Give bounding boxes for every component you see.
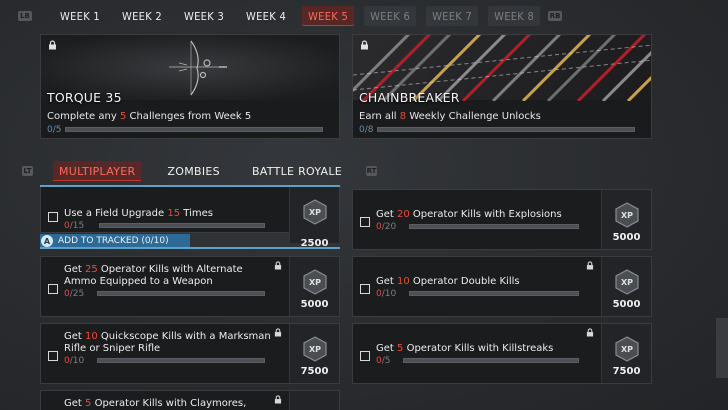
- challenge-text: Get 5 Operator Kills with Claymores,: [64, 398, 247, 409]
- tab-week-4[interactable]: WEEK 4: [240, 6, 292, 26]
- challenge-checkbox[interactable]: [48, 351, 58, 361]
- challenge-progress-bar: [99, 223, 265, 228]
- a-button-icon: A: [41, 235, 53, 247]
- add-to-tracked-button[interactable]: A ADD TO TRACKED (0/10): [40, 234, 190, 248]
- xp-reward: [274, 391, 339, 410]
- challenge-card[interactable]: Get 25 Operator Kills with Alternate Amm…: [40, 256, 340, 317]
- challenge-count: 0/25: [64, 289, 85, 299]
- reward-description: Complete any 5 Challenges from Week 5: [47, 111, 252, 122]
- lock-icon: [586, 328, 594, 337]
- reward-name: TORQUE 35: [47, 90, 122, 105]
- tab-zombies[interactable]: ZOMBIES: [161, 161, 226, 181]
- xp-token-icon: XP: [615, 269, 639, 295]
- lock-icon: [274, 395, 282, 404]
- xp-token-icon: XP: [303, 269, 327, 295]
- xp-reward: XP 7500: [586, 324, 651, 383]
- reward-progress-bar: [377, 127, 635, 132]
- challenge-checkbox[interactable]: [360, 284, 370, 294]
- tab-week-2[interactable]: WEEK 2: [116, 6, 168, 26]
- tab-week-7[interactable]: WEEK 7: [426, 6, 479, 26]
- rb-button-icon[interactable]: RB: [548, 11, 563, 21]
- challenge-card[interactable]: Get 10 Quickscope Kills with a Marksman …: [40, 323, 340, 384]
- challenge-text: Get 10 Quickscope Kills with a Marksman …: [64, 331, 271, 354]
- xp-value: 5000: [300, 299, 329, 310]
- challenge-card[interactable]: Get 20 Operator Kills with Explosions 0/…: [352, 189, 652, 250]
- xp-reward: XP 5000: [274, 257, 339, 316]
- xp-reward: XP 7500: [274, 324, 339, 383]
- reward-card-torque-35[interactable]: TORQUE 35 Complete any 5 Challenges from…: [40, 34, 340, 139]
- challenge-text: Get 20 Operator Kills with Explosions: [376, 209, 562, 220]
- xp-value: 5000: [612, 299, 641, 310]
- mode-tab-bar: LT MULTIPLAYER ZOMBIES BATTLE ROYALE RT: [22, 160, 378, 182]
- challenge-card[interactable]: Get 10 Operator Double Kills 0/10 XP 500…: [352, 256, 652, 317]
- xp-token-icon: XP: [303, 199, 327, 225]
- svg-text:XP: XP: [621, 211, 633, 220]
- challenge-card[interactable]: Get 5 Operator Kills with Claymores,: [40, 390, 340, 410]
- svg-text:XP: XP: [621, 278, 633, 287]
- challenge-count: 0/10: [376, 289, 397, 299]
- lock-icon: [274, 261, 282, 270]
- challenge-checkbox[interactable]: [48, 212, 58, 222]
- challenge-count: 0/5: [376, 356, 391, 366]
- tab-week-1[interactable]: WEEK 1: [54, 6, 106, 26]
- svg-text:XP: XP: [309, 278, 321, 287]
- challenge-checkbox[interactable]: [360, 351, 370, 361]
- challenge-text: Get 25 Operator Kills with Alternate Amm…: [64, 264, 243, 287]
- challenge-progress-bar: [409, 224, 579, 229]
- challenge-card[interactable]: Use a Field Upgrade 15 Times 0/15 XP 250…: [40, 187, 340, 249]
- svg-text:XP: XP: [309, 208, 321, 217]
- xp-value: 7500: [300, 366, 329, 377]
- tab-week-8[interactable]: WEEK 8: [488, 6, 541, 26]
- lock-icon: [586, 261, 594, 270]
- svg-text:XP: XP: [309, 345, 321, 354]
- lb-button-icon[interactable]: LB: [18, 11, 32, 21]
- reward-progress-bar: [65, 127, 323, 132]
- xp-reward: XP 2500: [289, 187, 339, 249]
- challenge-checkbox[interactable]: [360, 217, 370, 227]
- selection-highlight-bottom: [40, 247, 340, 249]
- xp-reward: XP 5000: [586, 257, 651, 316]
- reward-progress: 0/8: [359, 125, 374, 135]
- svg-text:XP: XP: [621, 345, 633, 354]
- challenge-count: 0/10: [64, 356, 85, 366]
- tab-week-5[interactable]: WEEK 5: [302, 6, 355, 26]
- rt-button-icon[interactable]: RT: [366, 166, 378, 176]
- reward-card-chainbreaker[interactable]: CHAINBREAKER Earn all 8 Weekly Challenge…: [352, 34, 652, 139]
- add-to-tracked-label: ADD TO TRACKED (0/10): [58, 236, 169, 246]
- xp-token-icon: XP: [303, 336, 327, 362]
- xp-token-icon: XP: [615, 336, 639, 362]
- reward-description: Earn all 8 Weekly Challenge Unlocks: [359, 111, 541, 122]
- xp-token-icon: XP: [615, 202, 639, 228]
- challenge-text: Use a Field Upgrade 15 Times: [64, 208, 213, 219]
- lock-icon: [274, 328, 282, 337]
- tab-week-3[interactable]: WEEK 3: [178, 6, 230, 26]
- challenge-checkbox[interactable]: [48, 284, 58, 294]
- xp-reward: XP 5000: [601, 190, 651, 249]
- challenge-progress-bar: [403, 358, 579, 363]
- challenge-card[interactable]: Get 5 Operator Kills with Killstreaks 0/…: [352, 323, 652, 384]
- week-tab-bar: LB WEEK 1 WEEK 2 WEEK 3 WEEK 4 WEEK 5 WE…: [18, 6, 626, 26]
- tab-week-6[interactable]: WEEK 6: [364, 6, 417, 26]
- reward-progress: 0/5: [47, 125, 62, 135]
- lt-button-icon[interactable]: LT: [22, 166, 33, 176]
- challenge-text: Get 10 Operator Double Kills: [376, 276, 520, 287]
- lock-icon: [49, 40, 56, 50]
- lock-icon: [361, 40, 368, 50]
- tab-multiplayer[interactable]: MULTIPLAYER: [53, 161, 142, 181]
- challenge-progress-bar: [97, 291, 265, 296]
- challenge-progress-bar: [97, 358, 265, 363]
- xp-value: 7500: [612, 366, 641, 377]
- xp-value: 5000: [612, 232, 641, 243]
- challenge-count: 0/15: [64, 221, 85, 231]
- challenge-count: 0/20: [376, 222, 397, 232]
- reward-name: CHAINBREAKER: [359, 90, 460, 105]
- scroll-edge-panel: [716, 318, 728, 378]
- tab-battle-royale[interactable]: BATTLE ROYALE: [246, 161, 348, 181]
- challenge-text: Get 5 Operator Kills with Killstreaks: [376, 343, 554, 354]
- challenge-progress-bar: [409, 291, 579, 296]
